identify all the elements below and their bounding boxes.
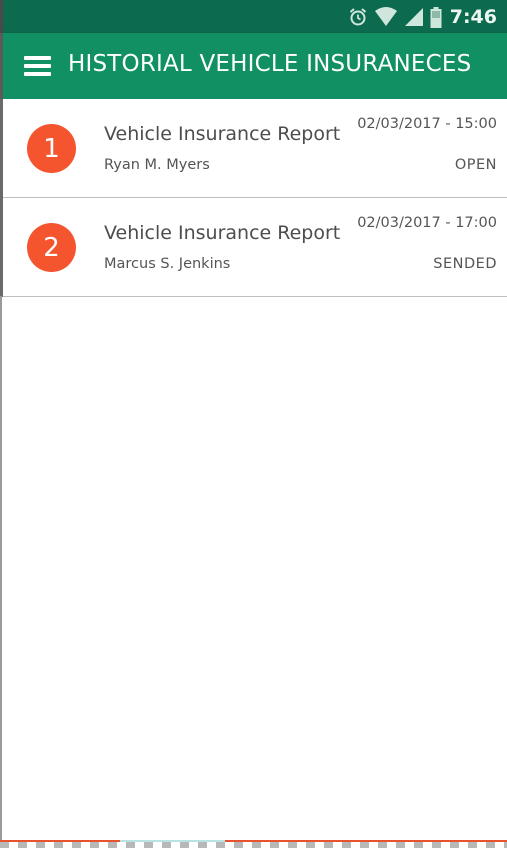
bottom-edge-stripe [0,838,507,848]
report-number-badge: 1 [27,124,76,173]
report-title: Vehicle Insurance Report [104,123,341,145]
bottom-checker-pattern [0,842,507,848]
wifi-icon [374,7,398,27]
report-person-name: Ryan M. Myers [104,157,210,173]
report-list-item[interactable]: 1 Vehicle Insurance Report Ryan M. Myers… [3,99,507,198]
signal-icon [404,7,424,27]
status-icons: 7:46 [348,5,497,29]
report-number-badge: 2 [27,223,76,272]
report-date: 02/03/2017 - 15:00 [357,116,497,132]
report-status: SENDED [433,256,497,272]
app-bar: HISTORIAL VEHICLE INSURANECES [0,33,507,99]
status-time: 7:46 [449,6,497,28]
left-edge-divider [0,296,2,840]
report-person-name: Marcus S. Jenkins [104,256,231,272]
hamburger-menu-icon[interactable] [24,55,51,77]
app-screen: 7:46 HISTORIAL VEHICLE INSURANECES 1 Veh… [0,0,507,848]
battery-icon [430,6,442,28]
status-bar: 7:46 [0,0,507,33]
report-list: 1 Vehicle Insurance Report Ryan M. Myers… [0,99,507,297]
alarm-icon [348,7,368,27]
report-status: OPEN [454,157,497,173]
report-title: Vehicle Insurance Report [104,222,341,244]
report-date: 02/03/2017 - 17:00 [357,215,497,231]
report-list-item[interactable]: 2 Vehicle Insurance Report Marcus S. Jen… [3,198,507,297]
page-title: HISTORIAL VEHICLE INSURANECES [68,51,472,77]
